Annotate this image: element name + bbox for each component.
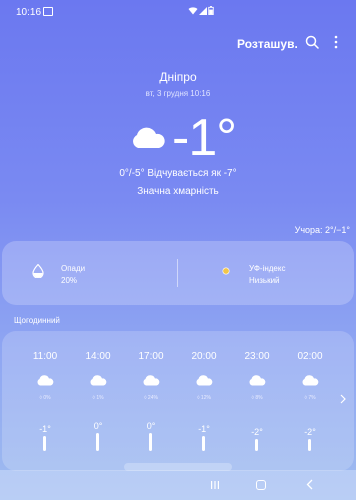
hourly-temp: -1° [39, 424, 51, 434]
cloudy-icon [143, 375, 160, 386]
home-icon[interactable] [256, 480, 266, 490]
hourly-temp-bar [202, 436, 205, 451]
hourly-temp-bar [149, 433, 152, 451]
recent-apps-icon[interactable] [210, 480, 220, 490]
cloudy-icon [302, 375, 319, 386]
chevron-right-icon[interactable] [340, 394, 346, 404]
precipitation-icon [32, 264, 44, 278]
cloudy-icon [196, 375, 213, 386]
hourly-time: 17:00 [138, 351, 164, 362]
hourly-temp-bar [255, 439, 258, 451]
status-bar: 10:16 [0, 0, 356, 22]
hourly-precip: ◊ 12% [197, 395, 211, 401]
details-divider [177, 259, 178, 287]
more-options-icon[interactable] [333, 35, 339, 49]
hourly-time: 23:00 [244, 351, 270, 362]
hourly-time: 02:00 [297, 351, 323, 362]
hourly-temp: -2° [251, 427, 263, 437]
hourly-temp-bar [43, 436, 46, 451]
uv-index-label: УФ-індекс [249, 264, 286, 273]
temp-range-feels-like: 0°/-5° Відчувається як -7° [119, 168, 237, 179]
back-icon[interactable] [306, 479, 313, 490]
precipitation-label: Опади [61, 264, 86, 273]
hourly-precip: ◊ 24% [144, 395, 158, 401]
battery-icon [208, 6, 214, 15]
uv-index-icon [222, 267, 230, 275]
hourly-temp: -2° [304, 427, 316, 437]
cloudy-icon [249, 375, 266, 386]
hourly-title: Щогодинний [14, 316, 60, 325]
hourly-temp-bar [96, 433, 99, 451]
signal-icon [199, 7, 207, 15]
hourly-card[interactable]: 11:00 ◊ 0% -1° 14:00 ◊ 1% 0° 17:00 ◊ 24% 0° 20:00… [2, 331, 354, 471]
hourly-precip: ◊ 8% [251, 395, 263, 401]
precipitation-value: 20% [61, 276, 78, 285]
cloudy-icon [133, 127, 165, 148]
hourly-temp: 0° [93, 421, 103, 431]
cloudy-icon [37, 375, 54, 386]
hourly-precip: ◊ 7% [304, 395, 316, 401]
hourly-temp: -1° [198, 424, 210, 434]
hourly-precip: ◊ 1% [92, 395, 104, 401]
wifi-icon [188, 7, 198, 15]
navigation-bar [0, 470, 356, 500]
hourly-precip: ◊ 0% [39, 395, 51, 401]
uv-index-value: Низький [249, 276, 280, 285]
hourly-time: 11:00 [32, 351, 58, 362]
weather-condition: Значна хмарність [137, 186, 219, 197]
locations-button[interactable]: Розташув. [237, 37, 298, 51]
cloudy-icon [90, 375, 107, 386]
hourly-time: 14:00 [85, 351, 111, 362]
yesterday-temps: Учора: 2°/−1° [294, 225, 350, 235]
search-icon[interactable] [305, 35, 319, 49]
hourly-temp-bar [308, 439, 311, 451]
date-time: вт, 3 грудня 10:16 [145, 89, 211, 98]
current-temperature: -1° [172, 109, 237, 167]
city-name: Дніпро [159, 70, 197, 84]
details-card [2, 241, 354, 305]
status-time: 10:16 [16, 7, 42, 18]
hourly-time: 20:00 [191, 351, 217, 362]
hourly-temp: 0° [146, 421, 156, 431]
gallery-notification-icon [43, 7, 53, 16]
